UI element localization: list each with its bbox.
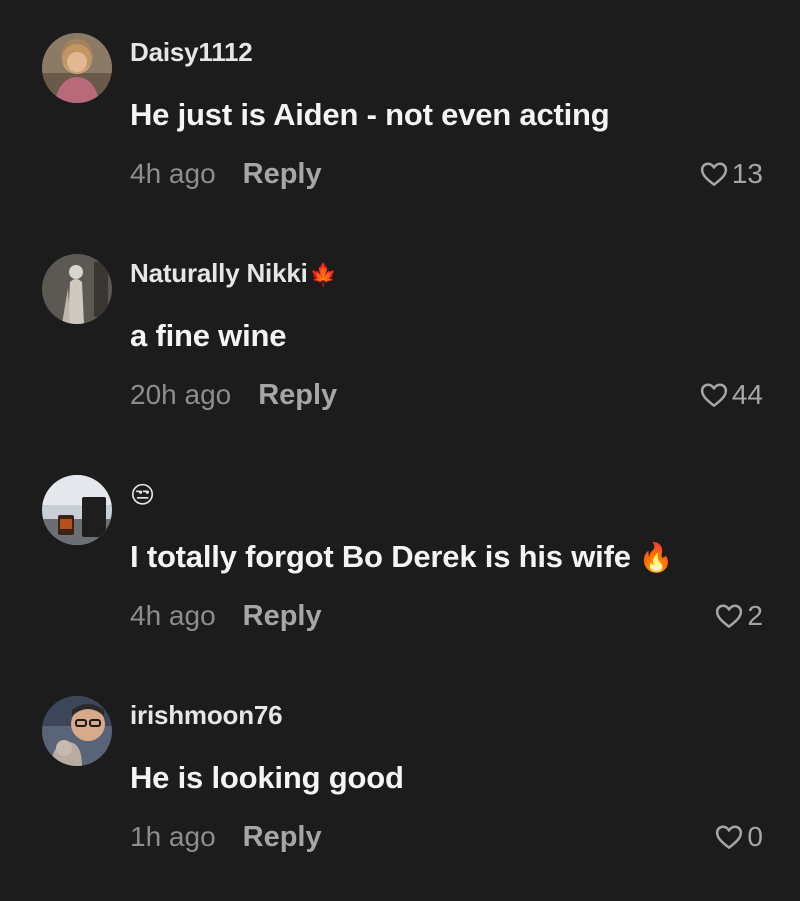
username-text: irishmoon76 xyxy=(130,700,283,730)
reply-button[interactable]: Reply xyxy=(258,379,337,412)
heart-icon xyxy=(700,383,727,407)
like-count: 2 xyxy=(747,600,763,631)
comment-text-body: a fine wine xyxy=(130,318,287,353)
comment-username[interactable]: Daisy1112 xyxy=(130,37,253,68)
comment-text: a fine wine xyxy=(130,318,286,354)
heart-icon xyxy=(700,162,727,186)
fire-emoji: 🔥 xyxy=(638,542,674,573)
like-button[interactable]: 44 xyxy=(699,379,763,411)
maple-leaf-icon: 🍁 xyxy=(309,262,337,287)
comment-item: Naturally Nikki🍁 a fine wine 20h ago Rep… xyxy=(0,221,800,442)
comment-text: He just is Aiden - not even acting xyxy=(130,97,610,133)
comment-meta: 4h ago Reply xyxy=(130,600,322,633)
reply-button[interactable]: Reply xyxy=(243,158,322,191)
comment-meta: 4h ago Reply xyxy=(130,158,322,191)
comment-text: He is looking good xyxy=(130,760,404,796)
comment-meta: 20h ago Reply xyxy=(130,379,337,412)
like-button[interactable]: 13 xyxy=(699,158,763,190)
like-button[interactable]: 0 xyxy=(714,821,763,853)
comment-text-body: He just is Aiden - not even acting xyxy=(130,97,610,132)
avatar-image xyxy=(42,254,112,324)
comment-timestamp: 1h ago xyxy=(130,821,216,852)
comment-text: I totally forgot Bo Derek is his wife 🔥 xyxy=(130,539,674,575)
comment-item: irishmoon76 He is looking good 1h ago Re… xyxy=(0,663,800,884)
comment-username[interactable]: irishmoon76 xyxy=(130,700,283,731)
comment-timestamp: 4h ago xyxy=(130,158,216,189)
comment-text-body: He is looking good xyxy=(130,760,404,795)
avatar-image xyxy=(42,33,112,103)
like-count: 44 xyxy=(731,379,763,410)
heart-icon xyxy=(716,825,743,849)
avatar[interactable] xyxy=(42,254,112,324)
like-button[interactable]: 2 xyxy=(714,600,763,632)
like-count: 13 xyxy=(731,158,763,189)
comment-timestamp: 20h ago xyxy=(130,379,232,410)
reply-button[interactable]: Reply xyxy=(243,600,322,633)
comment-meta: 1h ago Reply xyxy=(130,821,322,854)
comment-username[interactable]: 😒 xyxy=(130,479,155,510)
avatar[interactable] xyxy=(42,33,112,103)
comment-item: 😒 I totally forgot Bo Derek is his wife 🔥… xyxy=(0,442,800,663)
unamused-face-emoji: 😒 xyxy=(130,482,155,509)
comment-item: Daisy1112 He just is Aiden - not even ac… xyxy=(0,0,800,221)
reply-button[interactable]: Reply xyxy=(243,821,322,854)
comment-text-body: I totally forgot Bo Derek is his wife xyxy=(130,539,631,574)
avatar-image xyxy=(42,475,112,545)
like-count: 0 xyxy=(747,821,763,852)
comment-timestamp: 4h ago xyxy=(130,600,216,631)
username-text: Daisy1112 xyxy=(130,37,253,67)
avatar[interactable] xyxy=(42,696,112,766)
username-text: Naturally Nikki xyxy=(130,258,308,288)
comment-username[interactable]: Naturally Nikki🍁 xyxy=(130,258,337,289)
avatar[interactable] xyxy=(42,475,112,545)
avatar-image xyxy=(42,696,112,766)
heart-icon xyxy=(716,604,743,628)
